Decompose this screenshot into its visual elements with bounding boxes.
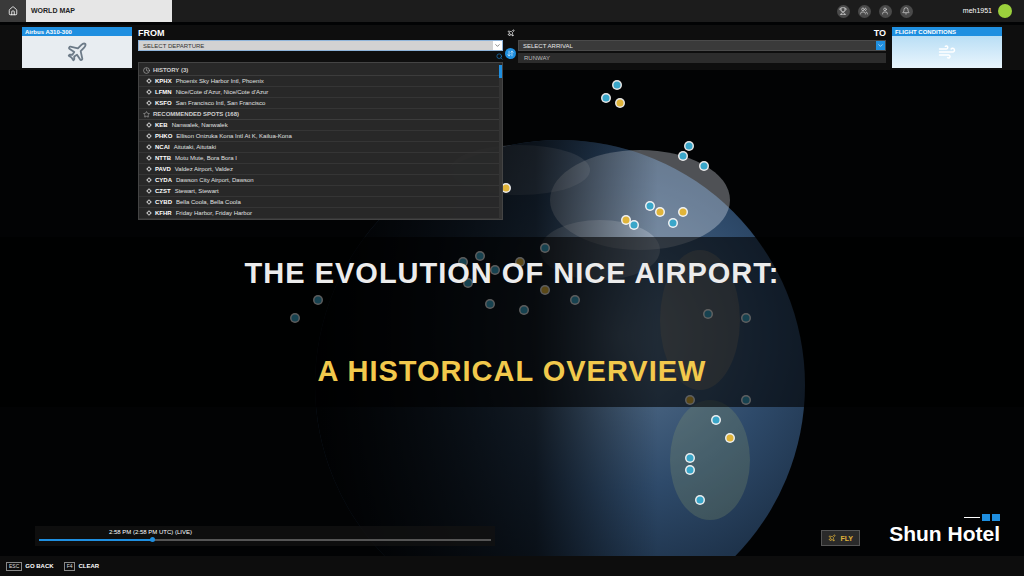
world-map-tab[interactable]: WORLD MAP [0,0,172,22]
watermark-logo-icon [982,514,990,521]
departure-panel: FROMSELECT DEPARTUREHISTORY (3)KPHXPhoen… [138,25,503,70]
airport-row[interactable]: KSFOSan Francisco Intl, San Francisco [139,98,499,109]
map-pin-icon[interactable] [601,93,611,103]
map-pin-icon[interactable] [621,215,631,225]
airport-diamond-icon [146,144,152,150]
airport-row[interactable]: PAVDValdez Airport, Valdez [139,164,499,175]
map-pin-icon[interactable] [684,141,694,151]
footer-action[interactable]: ESCGO BACK [6,562,54,571]
star-icon [143,111,150,118]
airplane-icon [66,41,88,63]
toolbar-icon [881,7,889,15]
world-map-screen: WORLD MAP meh1951 Airbus A310-300FROMSELEC… [0,0,1024,576]
section-header: RECOMMENDED SPOTS (168) [139,109,499,120]
departure-field[interactable]: SELECT DEPARTURE [138,40,503,51]
clock-icon [143,67,150,74]
map-pin-icon[interactable] [678,207,688,217]
chevron-down-icon[interactable] [494,42,501,49]
user-avatar-icon[interactable] [998,4,1012,18]
airport-row[interactable]: PHKOEllison Onizuka Kona Intl At K, Kail… [139,131,499,142]
departure-dropdown: HISTORY (3)KPHXPhoenix Sky Harbor Intl, … [138,62,503,220]
airport-diamond-icon [146,210,152,216]
map-pin-icon[interactable] [612,80,622,90]
map-pin-icon[interactable] [645,201,655,211]
title-banner: THE EVOLUTION OF NICE AIRPORT:A HISTORIC… [0,237,1024,407]
flight-setup-bar: Airbus A310-300FROMSELECT DEPARTUREHISTO… [0,25,1024,70]
airport-row[interactable]: NCAIAitutaki, Aitutaki [139,142,499,153]
airport-diamond-icon [146,155,152,161]
flight-conditions-card[interactable]: FLIGHT CONDITIONS [892,27,1002,68]
airport-diamond-icon [146,100,152,106]
top-button[interactable] [858,5,871,18]
map-pin-icon[interactable] [668,218,678,228]
top-button[interactable] [900,5,913,18]
footer-action[interactable]: F4CLEAR [64,562,100,571]
arrival-panel: TOSELECT ARRIVALRUNWAY [518,25,886,70]
airport-diamond-icon [146,78,152,84]
watermark-logo-icon [992,514,1000,521]
airport-diamond-icon [146,122,152,128]
map-pin-icon[interactable] [725,433,735,443]
runway-field[interactable]: RUNWAY [518,53,886,63]
top-button[interactable] [879,5,892,18]
section-header: HISTORY (3) [139,65,499,76]
arrival-field[interactable]: SELECT ARRIVAL [518,40,886,51]
chevron-down-icon[interactable] [877,42,884,49]
dropdown-section: RECOMMENDED SPOTS (168)KEBNanwalek, Nanw… [139,109,499,219]
aircraft-card[interactable]: Airbus A310-300 [22,27,132,68]
map-pin-icon[interactable] [678,151,688,161]
watermark: Shun Hotel [889,514,1000,546]
airport-row[interactable]: CYDADawson City Airport, Dawson [139,175,499,186]
fly-plane-icon [828,534,836,542]
airport-row[interactable]: CZSTStewart, Stewart [139,186,499,197]
map-pin-icon[interactable] [699,161,709,171]
airport-diamond-icon [146,89,152,95]
toolbar-icon [839,7,847,15]
airport-row[interactable]: KFHRFriday Harbor, Friday Harbor [139,208,499,219]
swap-icon [507,50,514,57]
map-pin-icon[interactable] [711,415,721,425]
airport-row[interactable]: LFMNNice/Cote d'Azur, Nice/Cote d'Azur [139,87,499,98]
footer-bar: ESCGO BACK F4CLEAR [0,556,1024,576]
airport-diamond-icon [146,188,152,194]
airport-row[interactable]: KEBNanwalek, Nanwalek [139,120,499,131]
airport-row[interactable]: CYBDBella Coola, Bella Coola [139,197,499,208]
top-bar: WORLD MAP meh1951 [0,0,1024,22]
scrollbar[interactable] [499,65,502,219]
toolbar-icon [902,7,910,15]
dropdown-section: HISTORY (3)KPHXPhoenix Sky Harbor Intl, … [139,65,499,109]
fly-button[interactable]: FLY [821,530,860,546]
airport-diamond-icon [146,199,152,205]
swap-button[interactable] [505,48,516,59]
map-pin-icon[interactable] [685,453,695,463]
airport-diamond-icon [146,133,152,139]
map-pin-icon[interactable] [655,207,665,217]
route-controls [503,25,518,70]
time-slider[interactable]: 2:58 PM (2:58 PM UTC) (LIVE) [35,526,495,546]
wind-icon [938,43,956,61]
key-badge: F4 [64,562,76,571]
time-slider-thumb[interactable] [150,537,155,542]
bottom-controls: 2:58 PM (2:58 PM UTC) (LIVE) FLY [0,526,1024,556]
user-name: meh1951 [963,6,992,17]
map-pin-icon[interactable] [615,98,625,108]
plane-icon [507,29,515,37]
top-button[interactable] [837,5,850,18]
search-icon[interactable] [496,53,503,60]
airport-diamond-icon [146,177,152,183]
key-badge: ESC [6,562,22,571]
toolbar-icon [860,7,868,15]
airport-diamond-icon [146,166,152,172]
map-pin-icon[interactable] [685,465,695,475]
airport-row[interactable]: NTTBMotu Mute, Bora Bora I [139,153,499,164]
time-slider-fill [39,539,152,541]
airport-row[interactable]: KPHXPhoenix Sky Harbor Intl, Phoenix [139,76,499,87]
map-pin-icon[interactable] [695,495,705,505]
home-icon[interactable] [8,6,18,16]
